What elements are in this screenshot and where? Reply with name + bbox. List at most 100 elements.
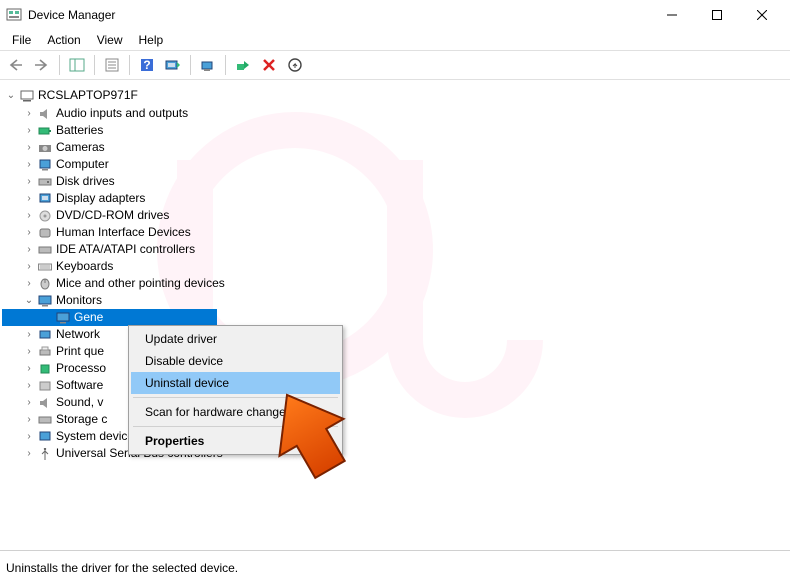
tree-item-monitor-child-selected[interactable]: Gene [2,309,217,326]
tree-root[interactable]: ⌄ RCSLAPTOP971F [2,86,788,105]
monitor-icon [55,310,71,326]
network-icon [37,327,53,343]
expand-icon[interactable]: › [22,258,36,275]
expand-icon[interactable]: › [22,173,36,190]
camera-icon [37,140,53,156]
tree-item-processors[interactable]: ›Processo [2,360,788,377]
tree-item-computer[interactable]: › Computer [2,156,788,173]
tree-item-keyboards[interactable]: › Keyboards [2,258,788,275]
sound-icon [37,395,53,411]
properties-button[interactable] [100,53,124,77]
expand-icon[interactable]: › [22,139,36,156]
expand-icon[interactable]: › [22,394,36,411]
expand-icon[interactable]: › [22,275,36,292]
maximize-button[interactable] [694,1,739,29]
collapse-icon[interactable]: ⌄ [22,292,36,309]
expand-icon[interactable]: › [22,156,36,173]
expand-icon[interactable]: › [22,122,36,139]
titlebar: Device Manager [0,0,790,30]
storage-icon [37,412,53,428]
close-button[interactable] [739,1,784,29]
expand-icon[interactable]: › [22,445,36,462]
printer-icon [37,344,53,360]
tree-item-disk-drives[interactable]: › Disk drives [2,173,788,190]
expand-icon[interactable]: › [22,241,36,258]
tree-label: Cameras [56,139,105,156]
toolbar-separator [129,55,130,75]
scan-hardware-button[interactable] [161,53,185,77]
tree-item-mice[interactable]: › Mice and other pointing devices [2,275,788,292]
expand-icon[interactable]: › [22,343,36,360]
expand-icon[interactable]: › [22,428,36,445]
tree-item-ide[interactable]: ›IDE ATA/ATAPI controllers [2,241,788,258]
tree-item-cameras[interactable]: › Cameras [2,139,788,156]
expand-icon[interactable]: › [22,224,36,241]
monitor-icon [37,293,53,309]
tree-item-audio[interactable]: ›Audio inputs and outputs [2,105,788,122]
tree-item-sound[interactable]: › Sound, v [2,394,788,411]
menu-view[interactable]: View [89,31,131,49]
toolbar-separator [190,55,191,75]
show-hide-tree-button[interactable] [65,53,89,77]
tree-item-storage[interactable]: ›Storage c [2,411,788,428]
tree-label: Display adapters [56,190,145,207]
tree-item-hid[interactable]: ›Human Interface Devices [2,224,788,241]
software-icon [37,378,53,394]
disable-device-button[interactable] [283,53,307,77]
tree-item-dvd[interactable]: › DVD/CD-ROM drives [2,207,788,224]
expand-icon[interactable]: › [22,326,36,343]
help-button[interactable]: ? [135,53,159,77]
context-scan-hardware[interactable]: Scan for hardware changes [131,401,340,423]
context-separator [133,426,338,427]
tree-label: RCSLAPTOP971F [38,87,138,104]
expand-icon[interactable]: ⌄ [4,87,18,104]
context-disable-device[interactable]: Disable device [131,350,340,372]
app-icon [6,7,22,23]
tree-label: Keyboards [56,258,113,275]
menu-help[interactable]: Help [131,31,172,49]
tree-label: Mice and other pointing devices [56,275,225,292]
tree-label: Batteries [56,122,103,139]
tree-label: Computer [56,156,109,173]
context-update-driver[interactable]: Update driver [131,328,340,350]
toolbar-separator [225,55,226,75]
tree-item-print-queues[interactable]: › Print que [2,343,788,360]
expand-icon[interactable]: › [22,207,36,224]
tree-item-usb[interactable]: ›Universal Serial Bus controllers [2,445,788,462]
forward-button[interactable] [30,53,54,77]
context-properties[interactable]: Properties [131,430,340,452]
uninstall-device-button[interactable] [257,53,281,77]
expand-icon[interactable]: › [22,105,36,122]
context-uninstall-device[interactable]: Uninstall device [131,372,340,394]
tree-item-network[interactable]: ›Network [2,326,788,343]
keyboard-icon [37,259,53,275]
computer-icon [19,88,35,104]
tree-item-batteries[interactable]: › Batteries [2,122,788,139]
expand-icon[interactable]: › [22,190,36,207]
tree-item-display-adapters[interactable]: › Display adapters [2,190,788,207]
tree-item-monitors[interactable]: ⌄Monitors [2,292,788,309]
tree-label: Print que [56,343,104,360]
device-tree[interactable]: ⌄ RCSLAPTOP971F ›Audio inputs and output… [0,82,790,551]
expand-icon[interactable]: › [22,360,36,377]
menu-action[interactable]: Action [39,31,88,49]
tree-label: Sound, v [56,394,103,411]
minimize-button[interactable] [649,1,694,29]
tree-item-system[interactable]: ›System devices [2,428,788,445]
toolbar-separator [59,55,60,75]
svg-text:?: ? [143,58,150,72]
statusbar: Uninstalls the driver for the selected d… [0,557,790,579]
enable-device-button[interactable] [231,53,255,77]
context-separator [133,397,338,398]
expand-icon[interactable]: › [22,377,36,394]
menu-file[interactable]: File [4,31,39,49]
pc-icon [37,157,53,173]
tree-label: DVD/CD-ROM drives [56,207,169,224]
update-driver-button[interactable] [196,53,220,77]
back-button[interactable] [4,53,28,77]
expand-icon[interactable]: › [22,411,36,428]
usb-icon [37,446,53,462]
tree-item-software[interactable]: ›Software [2,377,788,394]
tree-label: Disk drives [56,173,115,190]
hid-icon [37,225,53,241]
